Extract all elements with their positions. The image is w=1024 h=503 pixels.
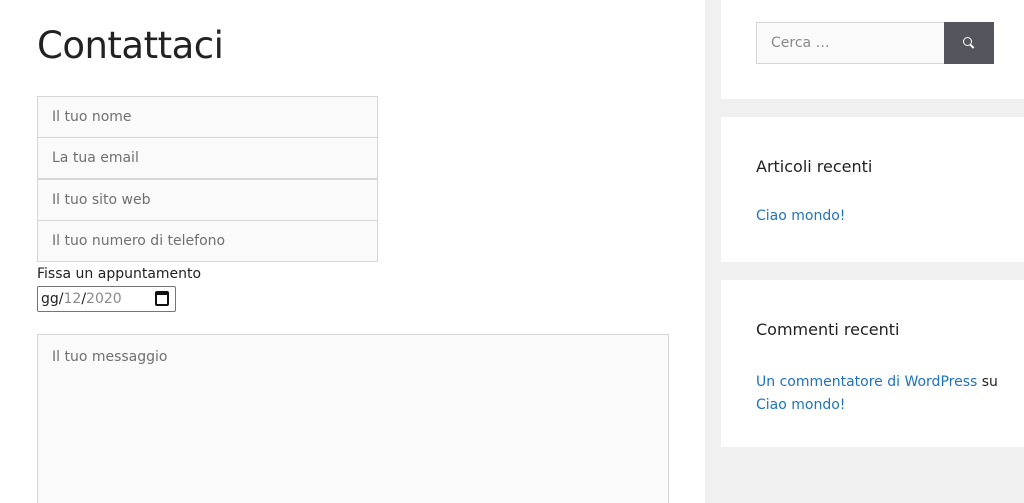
recent-comment: Un commentatore di WordPress su Ciao mon… [756, 371, 1006, 417]
website-placeholder: Il tuo sito web [52, 192, 151, 208]
website-field[interactable]: Il tuo sito web [37, 179, 378, 221]
date-month[interactable]: 12 [64, 291, 82, 307]
name-placeholder: Il tuo nome [52, 109, 132, 125]
page-title: Contattaci [37, 24, 224, 67]
appointment-label: Fissa un appuntamento [37, 266, 202, 282]
email-placeholder: La tua email [52, 150, 139, 166]
search-icon [963, 37, 975, 49]
appointment-date-input[interactable]: gg / 12 / 2020 [37, 286, 176, 312]
recent-articles-widget: Articoli recenti Ciao mondo! [721, 117, 1024, 262]
recent-article-link[interactable]: Ciao mondo! [756, 208, 845, 224]
comment-connector: su [981, 374, 998, 390]
recent-comments-title: Commenti recenti [756, 320, 900, 339]
calendar-icon[interactable] [155, 291, 169, 306]
search-widget: Cerca … [721, 0, 1024, 99]
recent-articles-title: Articoli recenti [756, 157, 873, 176]
date-day[interactable]: gg [41, 291, 59, 307]
phone-field[interactable]: Il tuo numero di telefono [37, 220, 378, 262]
comment-author-link[interactable]: Un commentatore di WordPress [756, 374, 977, 390]
email-field[interactable]: La tua email [37, 137, 378, 179]
comment-post-link[interactable]: Ciao mondo! [756, 397, 845, 413]
phone-placeholder: Il tuo numero di telefono [52, 233, 226, 249]
main-content: Contattaci Il tuo nome La tua email Il t… [0, 0, 705, 503]
message-placeholder: Il tuo messaggio [52, 349, 168, 365]
search-input[interactable]: Cerca … [756, 22, 945, 64]
search-placeholder: Cerca … [771, 35, 830, 51]
message-field[interactable]: Il tuo messaggio [37, 334, 669, 503]
date-year[interactable]: 2020 [86, 291, 122, 307]
name-field[interactable]: Il tuo nome [37, 96, 378, 138]
recent-comments-widget: Commenti recenti Un commentatore di Word… [721, 280, 1024, 447]
search-button[interactable] [944, 22, 994, 64]
